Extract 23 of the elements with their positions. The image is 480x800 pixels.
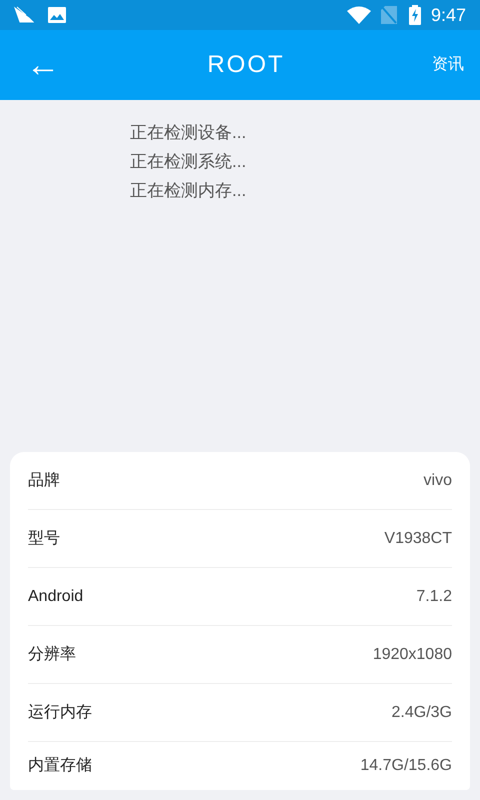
no-sim-icon: [380, 6, 397, 24]
page-title: ROOT: [207, 50, 285, 80]
status-time: 9:47: [430, 4, 466, 26]
news-button[interactable]: 资讯: [432, 53, 464, 77]
info-value: 1920x1080: [372, 644, 452, 664]
status-message: 正在检测系统...: [130, 151, 248, 172]
info-label: 运行内存: [28, 702, 92, 722]
status-message: 正在检测内存...: [130, 180, 248, 201]
info-label: 内置存储: [28, 756, 92, 776]
info-value: V1938CT: [384, 528, 452, 548]
info-label: 品牌: [28, 470, 60, 490]
battery-icon: [408, 5, 421, 25]
image-icon: [48, 7, 66, 23]
info-label: 分辨率: [28, 644, 76, 664]
info-label: 型号: [28, 528, 60, 548]
info-value: 2.4G/3G: [392, 702, 452, 722]
status-message: 正在检测设备...: [130, 122, 248, 143]
back-button[interactable]: ←: [26, 48, 60, 82]
info-value: vivo: [424, 470, 452, 490]
wifi-icon: [346, 6, 371, 24]
info-value: 14.7G/15.6G: [360, 756, 452, 776]
info-label: Android: [28, 586, 84, 606]
info-value: 7.1.2: [416, 586, 452, 606]
